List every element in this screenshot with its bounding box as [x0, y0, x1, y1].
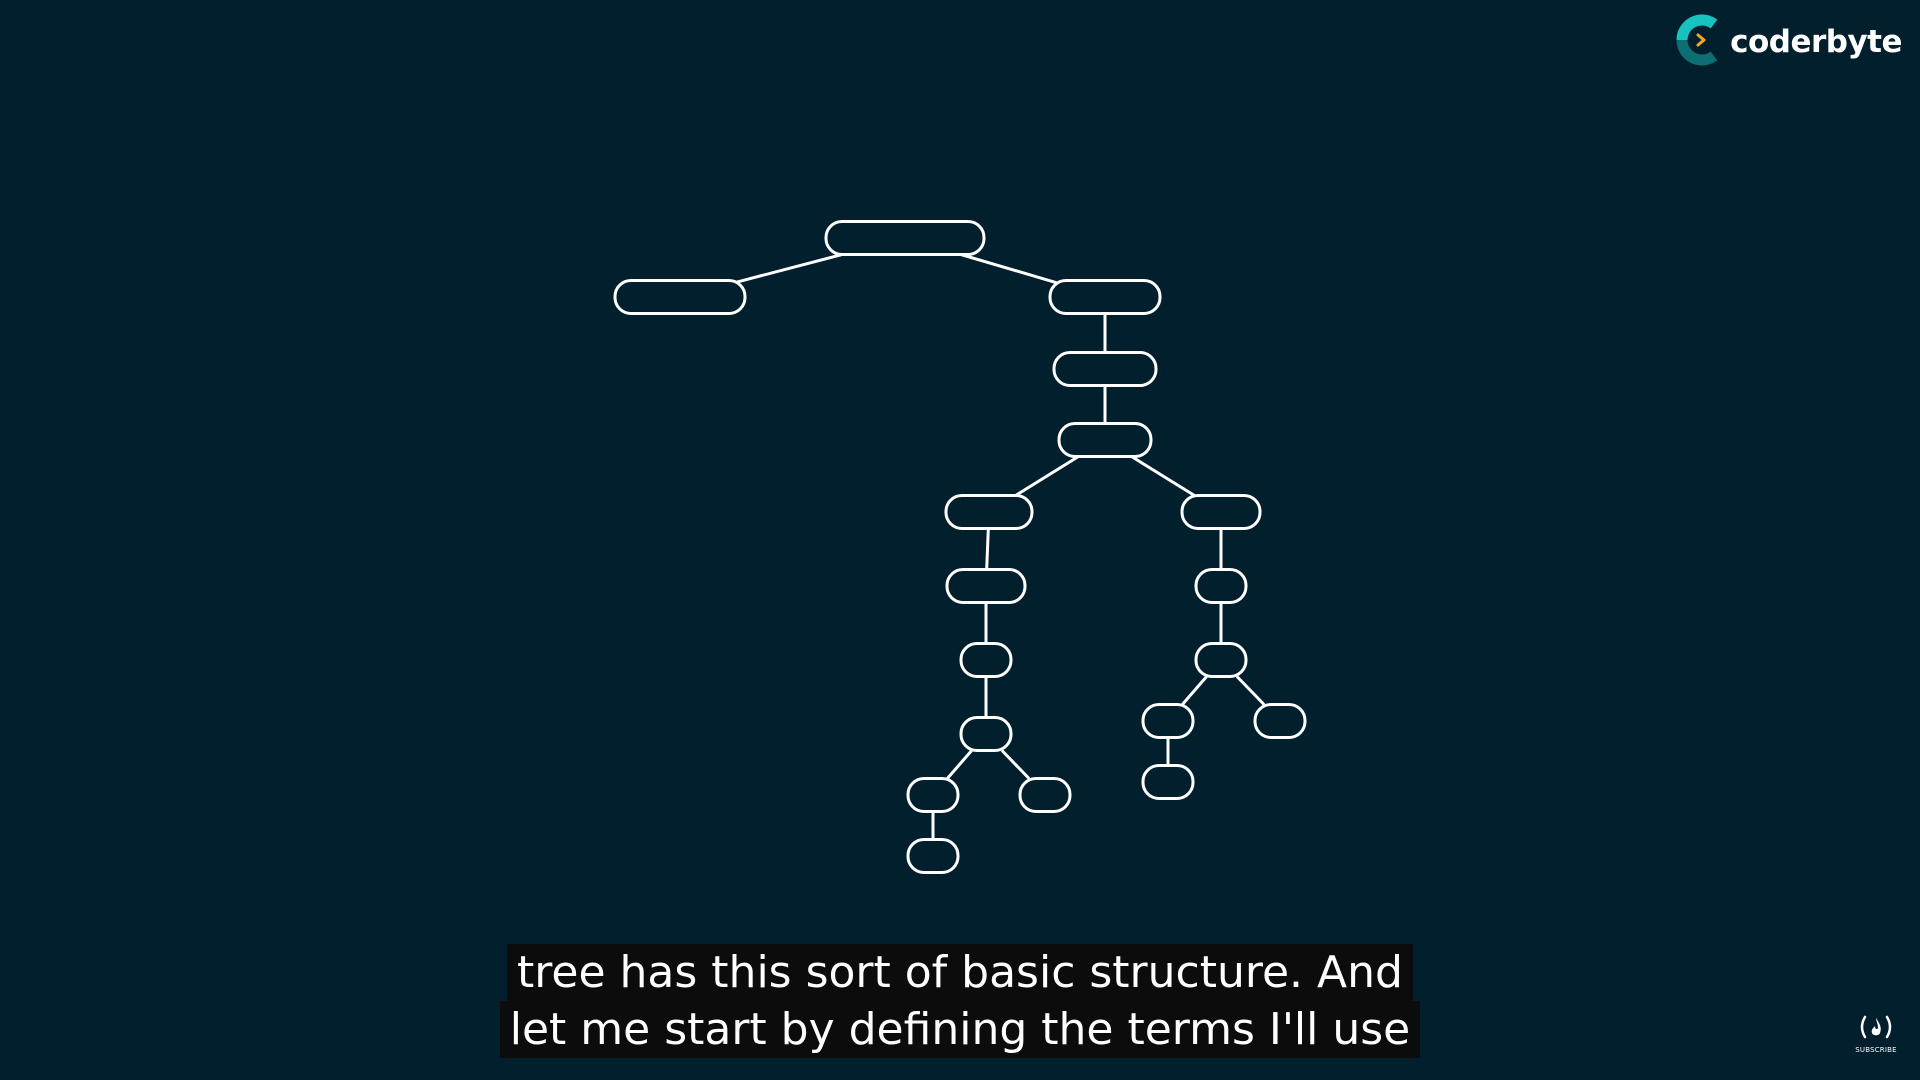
tree-edge: [946, 749, 973, 780]
coderbyte-c-logo-icon: [1676, 14, 1726, 71]
subscribe-label: SUBSCRIBE: [1855, 1046, 1897, 1054]
brand-name: coderbyte: [1730, 24, 1902, 60]
subtitle-captions: tree has this sort of basic structure. A…: [0, 944, 1920, 1058]
tree-node: [1253, 703, 1307, 739]
video-frame: coderbyte tree has this sort of basic st…: [0, 0, 1920, 1080]
caption-line-1: tree has this sort of basic structure. A…: [507, 944, 1413, 1001]
tree-node: [945, 568, 1027, 604]
tree-node: [1018, 777, 1072, 813]
tree-node: [1180, 494, 1262, 530]
tree-node: [1048, 279, 1162, 315]
tree-node: [1052, 351, 1158, 387]
tree-node: [1194, 642, 1248, 678]
tree-node: [1141, 764, 1195, 800]
tree-edge: [1014, 455, 1080, 497]
tree-node: [1141, 703, 1195, 739]
tree-node: [959, 642, 1013, 678]
tree-node: [1057, 422, 1153, 458]
tree-node: [1194, 568, 1248, 604]
tree-edge: [736, 253, 843, 284]
tree-edge: [1235, 675, 1266, 706]
tree-node: [959, 716, 1013, 752]
coderbyte-logo: coderbyte: [1676, 14, 1902, 70]
tree-node: [906, 777, 960, 813]
freecodecamp-flame-icon: [1856, 1014, 1896, 1045]
tree-root-node: [824, 220, 986, 256]
caption-line-2: let me start by defining the terms I'll …: [499, 1001, 1421, 1058]
tree-edge: [1000, 749, 1031, 780]
tree-edge: [1181, 675, 1208, 706]
tree-diagram: [613, 220, 1307, 874]
tree-node: [944, 494, 1034, 530]
tree-edge: [960, 253, 1059, 285]
tree-node: [613, 279, 747, 315]
tree-edge: [985, 528, 990, 570]
tree-node: [906, 838, 960, 874]
subscribe-badge[interactable]: SUBSCRIBE: [1854, 1014, 1898, 1054]
tree-edge: [1130, 455, 1196, 497]
